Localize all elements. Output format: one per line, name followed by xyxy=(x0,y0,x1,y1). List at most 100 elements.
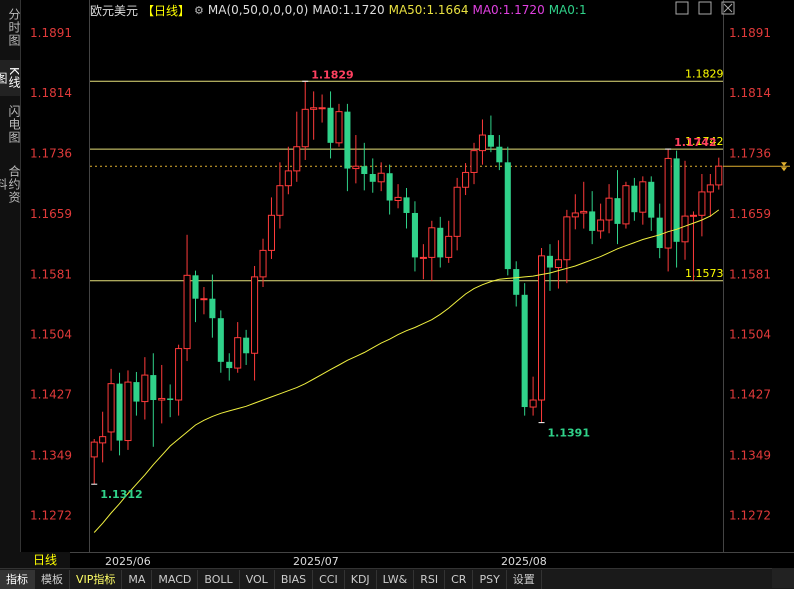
candle-body[interactable] xyxy=(369,174,376,182)
candle-body[interactable] xyxy=(622,185,630,225)
period-label[interactable]: 日线 xyxy=(20,552,70,568)
candle-body[interactable] xyxy=(614,198,621,224)
candle-body[interactable] xyxy=(715,165,723,186)
candle-body[interactable] xyxy=(470,150,478,173)
candle-body[interactable] xyxy=(681,215,689,243)
candle-body[interactable] xyxy=(124,381,132,442)
candle-body[interactable] xyxy=(597,219,605,232)
candle-body[interactable] xyxy=(99,436,107,444)
candle-body[interactable] xyxy=(521,294,528,408)
candle-body[interactable] xyxy=(478,134,486,152)
candle-body[interactable] xyxy=(167,398,174,401)
candle-body[interactable] xyxy=(200,298,208,301)
candle-body[interactable] xyxy=(648,181,655,218)
candle-body[interactable] xyxy=(571,212,579,218)
candle-body[interactable] xyxy=(361,166,368,175)
candle-body[interactable] xyxy=(318,107,326,110)
candle-body[interactable] xyxy=(150,375,157,401)
candle-body[interactable] xyxy=(631,185,638,213)
bottom-tab-14[interactable]: 设置 xyxy=(507,569,542,589)
candle-body[interactable] xyxy=(293,146,301,172)
candle-body[interactable] xyxy=(133,382,140,402)
bottom-tab-6[interactable]: VOL xyxy=(240,569,275,589)
bottom-tab-4[interactable]: MACD xyxy=(152,569,199,589)
candle-body[interactable] xyxy=(554,259,562,269)
candle-body[interactable] xyxy=(217,318,224,362)
bottom-tab-0[interactable]: 指标 xyxy=(0,569,35,589)
bottom-tab-12[interactable]: CR xyxy=(445,569,474,589)
bottom-tab-1[interactable]: 模板 xyxy=(35,569,70,589)
candle-body[interactable] xyxy=(605,197,613,221)
candle-body[interactable] xyxy=(116,383,123,441)
candle-body[interactable] xyxy=(251,276,259,354)
candle-body[interactable] xyxy=(276,185,284,216)
candle-body[interactable] xyxy=(656,217,663,249)
candle-body[interactable] xyxy=(335,111,343,144)
candle-body[interactable] xyxy=(428,227,436,258)
candle-body[interactable] xyxy=(352,165,360,170)
candle-body[interactable] xyxy=(183,274,191,350)
candle-body[interactable] xyxy=(504,162,511,270)
candle-body[interactable] xyxy=(689,214,697,217)
restore-icon[interactable] xyxy=(698,1,712,15)
candle-body[interactable] xyxy=(529,399,537,408)
candle-body[interactable] xyxy=(403,197,410,213)
candle-body[interactable] xyxy=(437,227,444,258)
candle-body[interactable] xyxy=(175,348,183,401)
candle-body[interactable] xyxy=(546,255,554,268)
chart-area[interactable]: 1.1891 1.1891 1.1814 1.1814 1.1736 1.1736 1.16… xyxy=(20,0,794,568)
candle-body[interactable] xyxy=(301,108,309,148)
candle-body[interactable] xyxy=(664,157,672,249)
left-tab-2[interactable]: 闪电图 xyxy=(0,100,21,148)
candle-body[interactable] xyxy=(639,181,647,213)
candle-body[interactable] xyxy=(706,184,714,193)
bottom-tab-8[interactable]: CCI xyxy=(313,569,345,589)
candle-body[interactable] xyxy=(243,337,250,354)
ma-params[interactable]: MA(0,50,0,0,0,0) xyxy=(208,3,308,17)
candle-body[interactable] xyxy=(580,210,588,214)
candle-body[interactable] xyxy=(90,441,98,458)
maximize-icon[interactable] xyxy=(675,1,689,15)
candle-body[interactable] xyxy=(107,383,115,433)
bottom-tab-9[interactable]: KDJ xyxy=(345,569,377,589)
bottom-tab-3[interactable]: MA xyxy=(122,569,153,589)
candle-body[interactable] xyxy=(589,211,596,231)
candle-body[interactable] xyxy=(310,107,318,110)
candle-body[interactable] xyxy=(141,374,149,403)
candle-body[interactable] xyxy=(234,337,242,369)
bottom-tab-10[interactable]: LW& xyxy=(377,569,415,589)
bottom-tab-7[interactable]: BIAS xyxy=(275,569,314,589)
bottom-tab-13[interactable]: PSY xyxy=(473,569,507,589)
left-tab-1[interactable]: K线图 xyxy=(0,60,21,96)
bottom-tab-2[interactable]: VIP指标 xyxy=(70,569,123,589)
candle-body[interactable] xyxy=(411,212,418,258)
candle-body[interactable] xyxy=(226,361,233,369)
candle-body[interactable] xyxy=(563,216,571,261)
left-tab-0[interactable]: 分时图 xyxy=(0,2,21,52)
bottom-tab-5[interactable]: BOLL xyxy=(198,569,240,589)
candle-body[interactable] xyxy=(158,397,166,401)
candle-body[interactable] xyxy=(538,255,546,401)
candle-body[interactable] xyxy=(259,249,267,278)
candle-body[interactable] xyxy=(192,275,199,299)
candle-body[interactable] xyxy=(487,135,494,147)
candle-body[interactable] xyxy=(209,298,216,319)
bottom-tab-11[interactable]: RSI xyxy=(414,569,446,589)
candle-body[interactable] xyxy=(445,235,453,258)
candle-body[interactable] xyxy=(496,146,503,163)
candlestick-chart[interactable]: 1.1891 1.1891 1.1814 1.1814 1.1736 1.1736 1.16… xyxy=(20,0,794,568)
candle-body[interactable] xyxy=(698,191,706,216)
candle-body[interactable] xyxy=(419,256,427,259)
candle-body[interactable] xyxy=(386,173,393,201)
candle-body[interactable] xyxy=(453,186,461,237)
candle-body[interactable] xyxy=(462,171,470,188)
candle-body[interactable] xyxy=(344,111,351,169)
left-tab-3[interactable]: 合约资料 xyxy=(0,155,21,213)
candle-body[interactable] xyxy=(327,107,334,143)
candle-body[interactable] xyxy=(394,196,402,202)
candle-body[interactable] xyxy=(513,269,520,295)
candle-body[interactable] xyxy=(267,214,275,251)
candle-body[interactable] xyxy=(377,172,385,183)
candle-body[interactable] xyxy=(284,170,292,187)
settings-icon[interactable]: ⚙ xyxy=(194,4,204,17)
